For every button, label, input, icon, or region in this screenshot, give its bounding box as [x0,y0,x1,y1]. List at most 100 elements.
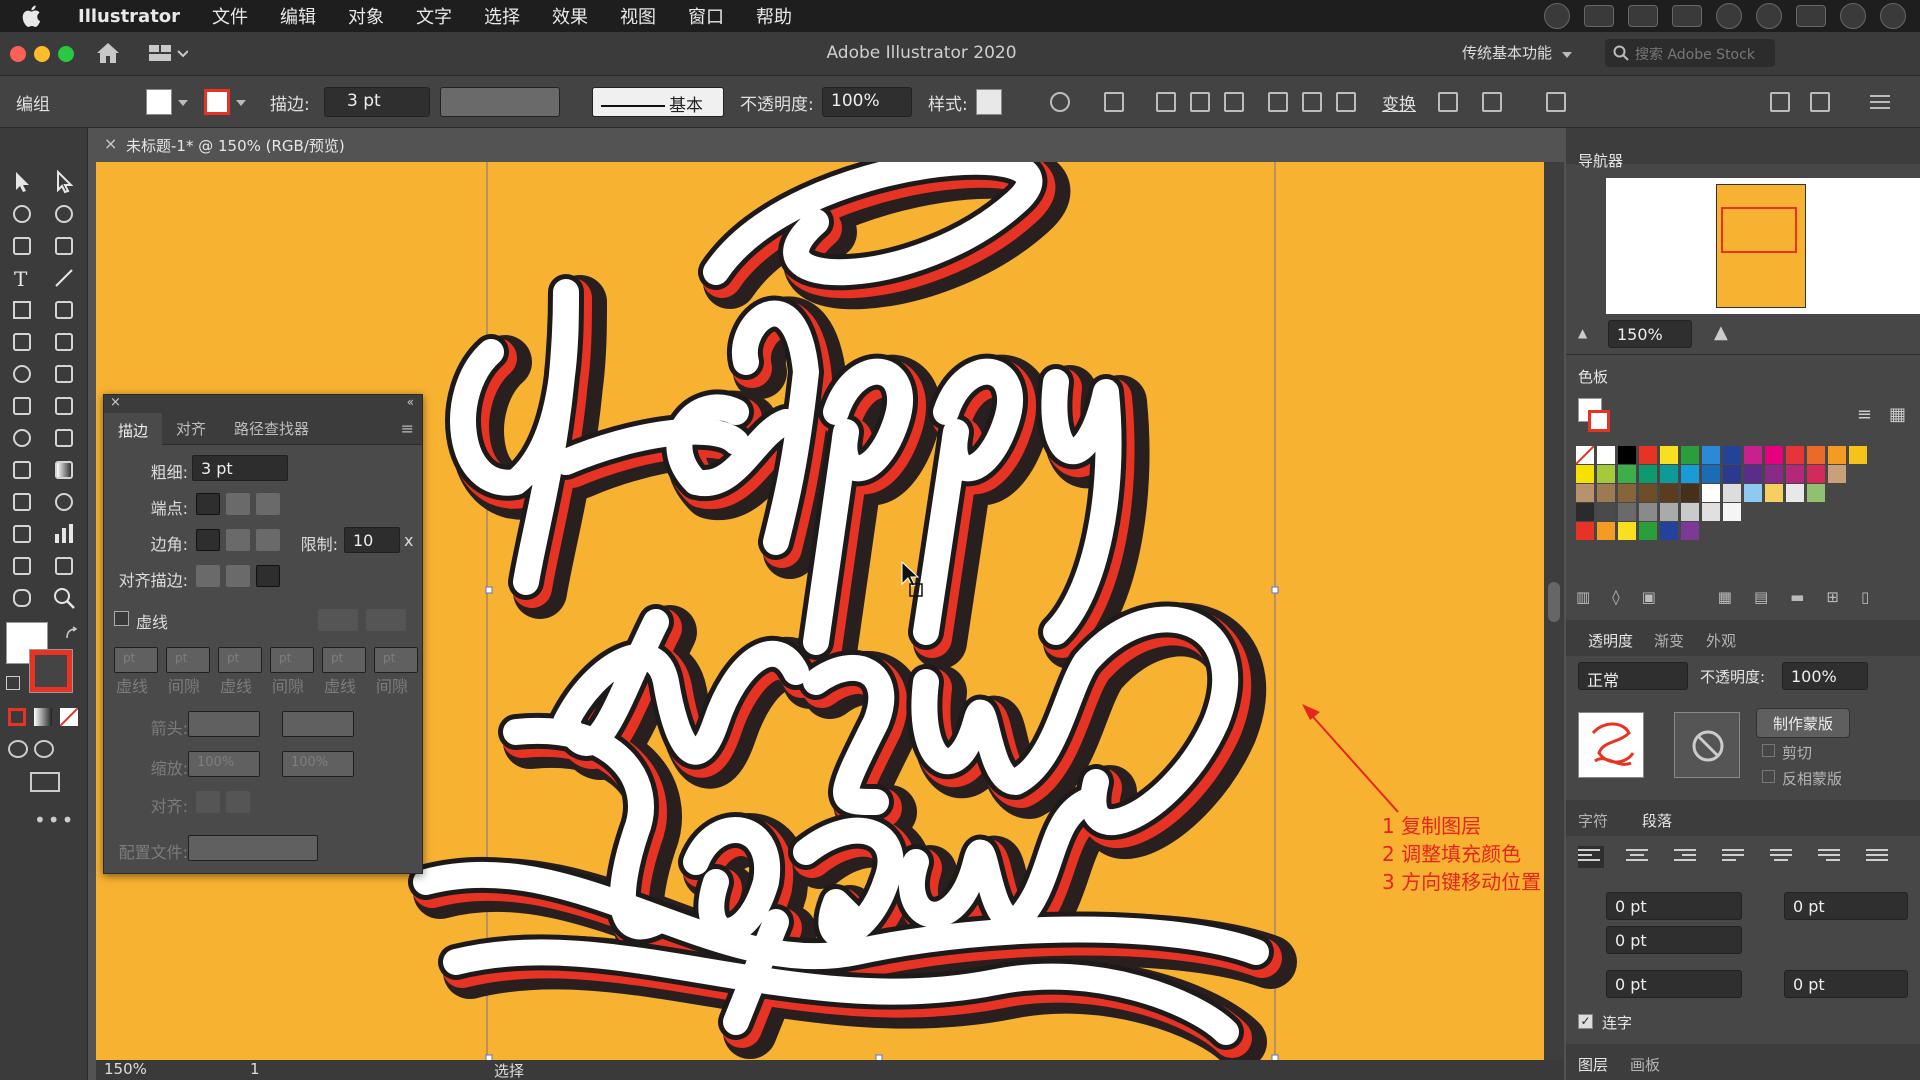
end-scale-input[interactable]: 100% [282,751,354,777]
swap-fill-stroke-icon[interactable] [64,626,80,642]
swatch-options2-icon[interactable]: ▤ [1754,588,1768,608]
menu-window[interactable]: 窗口 [672,3,740,29]
swatch-chip[interactable] [1723,484,1741,502]
lasso-tool[interactable] [50,200,78,228]
obs-icon[interactable] [1544,3,1570,29]
menu-file[interactable]: 文件 [196,3,264,29]
rotate-tool[interactable] [8,360,36,388]
justify-all-button[interactable] [1866,846,1892,868]
align-stroke-inside-button[interactable] [226,565,250,587]
selection-tool[interactable] [8,168,36,196]
paintbrush-tool[interactable] [50,296,78,324]
eraser-tool[interactable] [50,328,78,356]
transparency-opacity-input[interactable]: 100% [1782,662,1868,690]
mesh-tool[interactable] [8,456,36,484]
swatch-chip[interactable] [1786,465,1804,483]
align-top-icon[interactable] [1268,92,1288,112]
close-tab-icon[interactable]: × [104,134,117,153]
swatch-chip[interactable] [1639,446,1657,464]
swatch-chip[interactable] [1660,522,1678,540]
zoom-in-icon[interactable]: ▲ [1714,322,1728,343]
swatch-chip[interactable] [1723,465,1741,483]
align-left-button[interactable] [1578,846,1604,868]
grid-view-icon[interactable]: ▦ [1889,404,1906,425]
tab-align[interactable]: 对齐 [162,418,220,439]
swatch-chip[interactable] [1576,503,1594,521]
menu-view[interactable]: 视图 [604,3,672,29]
collapse-panel-icon[interactable]: « [407,395,414,409]
draw-behind-icon[interactable] [34,740,54,758]
swatch-chip[interactable] [1723,446,1741,464]
zoom-tool[interactable] [50,584,78,612]
swatch-chip[interactable] [1786,484,1804,502]
make-mask-button[interactable]: 制作蒙版 [1756,708,1850,738]
tab-artboards[interactable]: 画板 [1630,1054,1660,1075]
swatch-options-icon[interactable]: ▣ [1642,588,1656,608]
right-indent-input[interactable]: 0 pt [1784,892,1908,920]
clip-checkbox[interactable] [1762,744,1775,757]
swatch-library-icon[interactable]: ▥ [1576,588,1590,608]
document-tab[interactable]: × 未标题-1* @ 150% (RGB/预览) [96,128,345,160]
butt-cap-button[interactable] [196,493,220,515]
tab-layers[interactable]: 图层 [1578,1054,1608,1075]
align-left-icon[interactable] [1156,92,1176,112]
swatch-chip[interactable] [1849,446,1867,464]
none-mode-icon[interactable] [59,707,79,727]
list-view-icon[interactable]: ≡ [1857,404,1872,425]
zoom-level-field[interactable]: 150% [104,1060,147,1078]
preserve-dash-button[interactable] [318,609,358,631]
gap-1-input[interactable]: pt [166,647,210,673]
tab-paragraph[interactable]: 段落 [1642,810,1672,831]
swatch-chip[interactable] [1597,503,1615,521]
screen-mode-icon[interactable] [30,772,60,792]
scroll-thumb[interactable] [1548,582,1560,622]
swatch-chip[interactable] [1618,446,1636,464]
swatch-chip[interactable] [1660,484,1678,502]
swatch-chip[interactable] [1660,446,1678,464]
start-scale-input[interactable]: 100% [188,751,260,777]
justify-left-button[interactable] [1722,846,1748,868]
tab-character[interactable]: 字符 [1578,810,1608,831]
tab-transparency[interactable]: 透明度 [1588,630,1633,651]
dash-3-input[interactable]: pt [322,647,366,673]
menu-app-name[interactable]: Illustrator [60,6,196,27]
navigator-zoom-input[interactable]: 150% [1608,320,1692,348]
swatch-chip[interactable] [1723,503,1741,521]
search-icon[interactable] [1756,3,1782,29]
opacity-input[interactable]: 100% [822,87,912,117]
first-line-indent-input[interactable]: 0 pt [1606,926,1742,954]
navigator-view-box[interactable] [1721,207,1797,253]
swatch-chip[interactable] [1702,503,1720,521]
align-to-icon[interactable] [1104,92,1124,112]
eyedropper-tool[interactable] [8,488,36,516]
swatch-chip[interactable] [1828,465,1846,483]
envelope-icon[interactable] [1546,92,1566,112]
transform-link[interactable]: 变换 [1382,90,1416,115]
graphic-style-swatch[interactable] [976,89,1002,115]
chevron-down-icon[interactable] [1562,52,1572,58]
user-icon[interactable] [1716,3,1742,29]
swatch-chip[interactable] [1744,465,1762,483]
round-cap-button[interactable] [226,493,250,515]
input-method-icon[interactable] [1584,5,1614,27]
stroke-color-box[interactable] [29,649,73,693]
siri-icon[interactable] [1840,3,1866,29]
bevel-join-button[interactable] [256,529,280,551]
color-group-icon[interactable]: ▦ [1718,588,1732,608]
gap-2-input[interactable]: pt [270,647,314,673]
limit-input[interactable]: 10 [344,527,400,553]
recolor-artwork-icon[interactable] [1050,92,1070,112]
puppet-warp-icon[interactable] [1482,92,1502,112]
zoom-out-icon[interactable]: ▲ [1578,326,1587,340]
swatch-chip[interactable] [1639,484,1657,502]
vertical-scrollbar[interactable] [1544,162,1564,1060]
more-tools-icon[interactable]: ••• [34,808,75,832]
free-transform-tool[interactable] [50,392,78,420]
justify-center-button[interactable] [1770,846,1796,868]
swatch-chip[interactable] [1576,484,1594,502]
justify-right-button[interactable] [1818,846,1844,868]
perspective-grid-tool[interactable] [50,424,78,452]
align-stroke-center-button[interactable] [196,565,220,587]
round-join-button[interactable] [226,529,250,551]
projecting-cap-button[interactable] [256,493,280,515]
